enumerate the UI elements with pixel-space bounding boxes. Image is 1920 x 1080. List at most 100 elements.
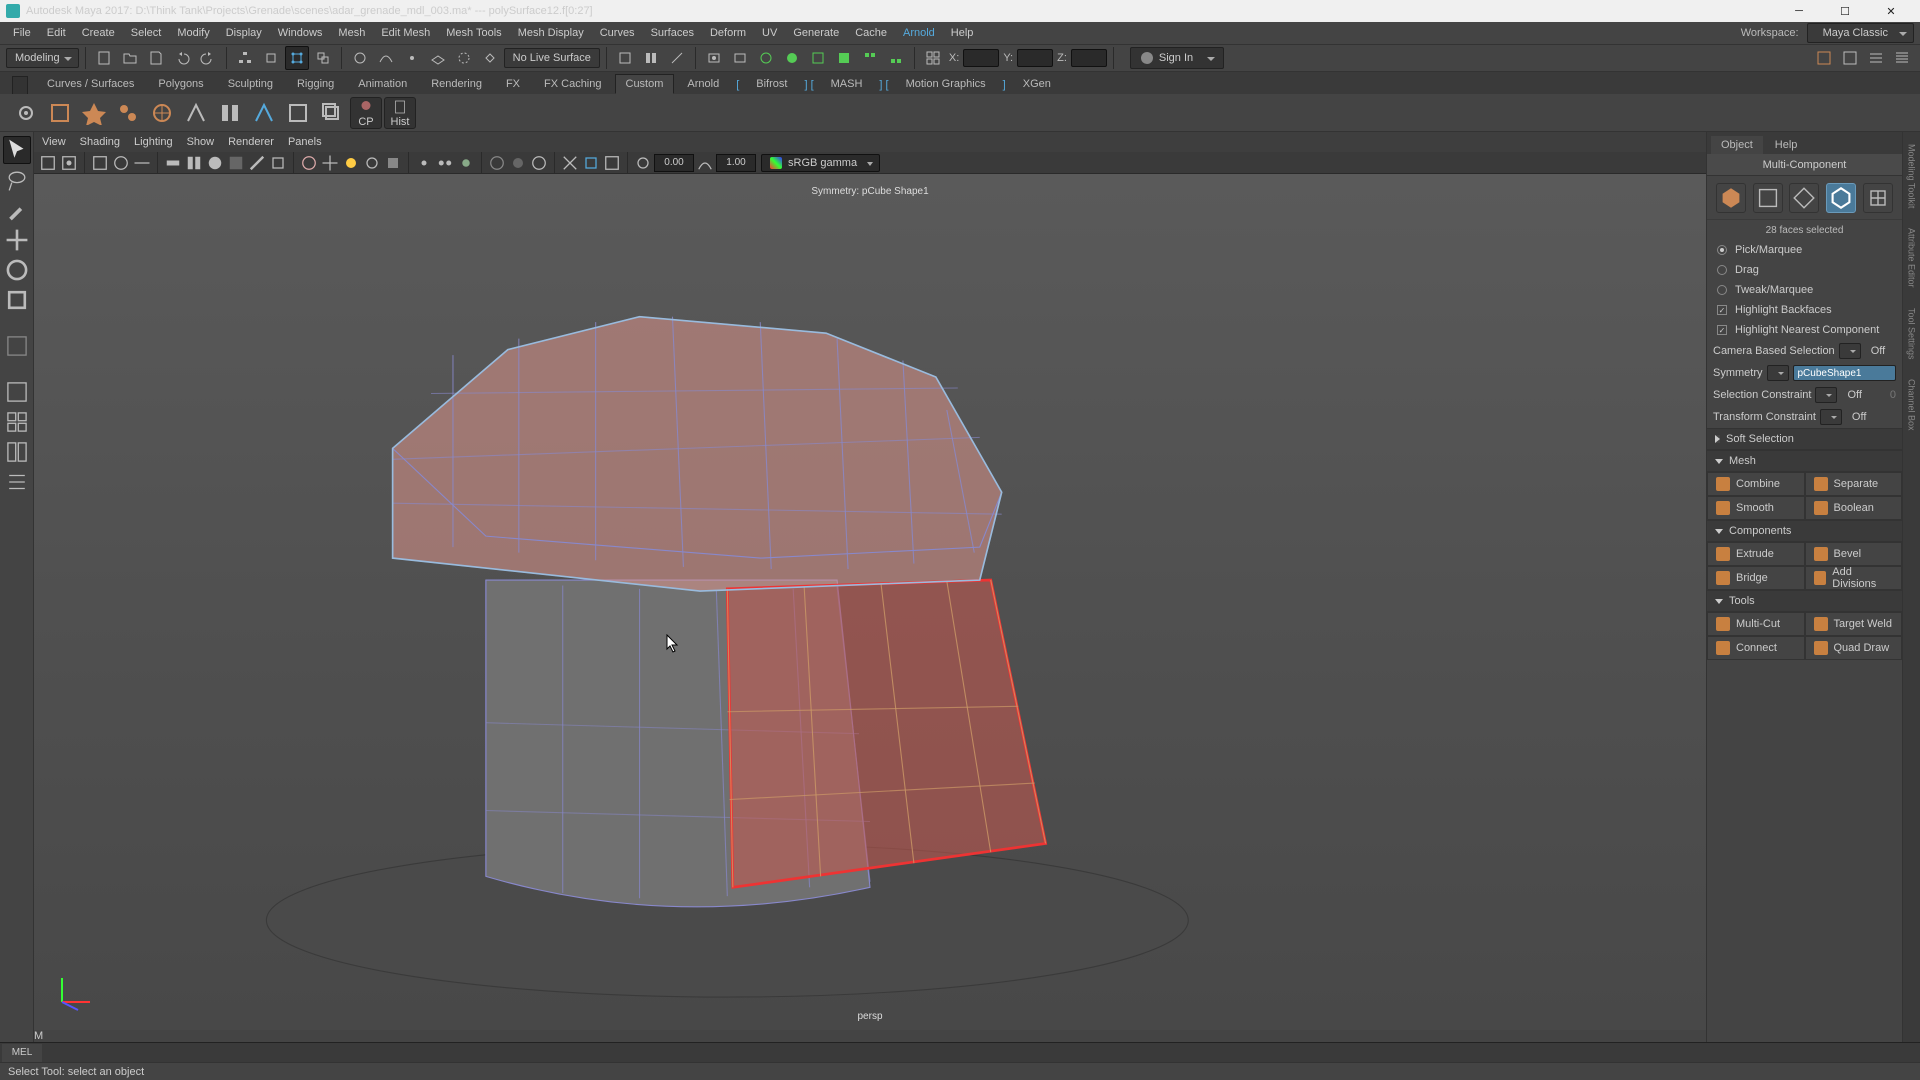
- shelf-tab[interactable]: Polygons: [147, 74, 214, 94]
- rotate-tool-icon[interactable]: [3, 256, 31, 284]
- menu-curves[interactable]: Curves: [593, 25, 642, 41]
- menu-modify[interactable]: Modify: [170, 25, 216, 41]
- move-tool-icon[interactable]: [3, 226, 31, 254]
- bridge-button[interactable]: Bridge: [1707, 566, 1805, 590]
- extrude-button[interactable]: Extrude: [1707, 542, 1805, 566]
- four-pane-icon[interactable]: [3, 408, 31, 436]
- sidetab-attribute[interactable]: Attribute Editor: [1905, 220, 1919, 296]
- construction-icon[interactable]: [665, 46, 689, 70]
- shelf-button-icon[interactable]: [316, 97, 348, 129]
- color-space-dropdown[interactable]: sRGB gamma: [761, 154, 880, 172]
- outliner-icon[interactable]: [3, 468, 31, 496]
- separate-button[interactable]: Separate: [1805, 472, 1903, 496]
- panel-menu-show[interactable]: Show: [187, 136, 215, 148]
- menu-cache[interactable]: Cache: [848, 25, 894, 41]
- shelf-button-icon[interactable]: [214, 97, 246, 129]
- panel-btn-icon[interactable]: [341, 153, 361, 173]
- shelf-cp-button[interactable]: CP: [350, 97, 382, 129]
- section-soft[interactable]: Soft Selection: [1707, 428, 1902, 450]
- shelf-hist-button[interactable]: Hist: [384, 97, 416, 129]
- toggle-channel-icon[interactable]: [1890, 46, 1914, 70]
- camera-sel-dropdown[interactable]: [1839, 343, 1861, 359]
- panel-btn-icon[interactable]: [487, 153, 507, 173]
- snap-curve-icon[interactable]: [374, 46, 398, 70]
- ipr-icon[interactable]: [728, 46, 752, 70]
- panel-btn-icon[interactable]: [508, 153, 528, 173]
- menu-display[interactable]: Display: [219, 25, 269, 41]
- shelf-button-icon[interactable]: [180, 97, 212, 129]
- shelf-menu-icon[interactable]: [12, 76, 28, 94]
- panel-btn-icon[interactable]: [184, 153, 204, 173]
- vertex-mode-icon[interactable]: [1753, 183, 1783, 213]
- panel-menu-view[interactable]: View: [42, 136, 66, 148]
- light-editor-icon[interactable]: [884, 46, 908, 70]
- panel-btn-icon[interactable]: [435, 153, 455, 173]
- menu-help[interactable]: Help: [944, 25, 981, 41]
- close-button[interactable]: ✕: [1868, 0, 1914, 22]
- command-input[interactable]: [46, 1045, 1916, 1061]
- panel-btn-icon[interactable]: [226, 153, 246, 173]
- y-input[interactable]: [1017, 49, 1053, 67]
- panel-btn-icon[interactable]: [59, 153, 79, 173]
- shelf-tab[interactable]: Rendering: [420, 74, 493, 94]
- two-pane-icon[interactable]: [3, 438, 31, 466]
- shelf-tab[interactable]: Rigging: [286, 74, 345, 94]
- shelf-tab[interactable]: MASH: [820, 74, 874, 94]
- paint-tool-icon[interactable]: [3, 196, 31, 224]
- snap-plane-icon[interactable]: [426, 46, 450, 70]
- option-backfaces[interactable]: ✓Highlight Backfaces: [1707, 300, 1902, 320]
- open-scene-icon[interactable]: [118, 46, 142, 70]
- edge-mode-icon[interactable]: [1789, 183, 1819, 213]
- section-tools[interactable]: Tools: [1707, 590, 1902, 612]
- option-pick[interactable]: Pick/Marquee: [1707, 240, 1902, 260]
- panel-btn-icon[interactable]: [456, 153, 476, 173]
- menu-arnold[interactable]: Arnold: [896, 25, 942, 41]
- shelf-tab[interactable]: Animation: [347, 74, 418, 94]
- snap-point-icon[interactable]: [400, 46, 424, 70]
- scale-tool-icon[interactable]: [3, 286, 31, 314]
- render-settings-icon[interactable]: [754, 46, 778, 70]
- single-pane-icon[interactable]: [3, 378, 31, 406]
- menu-generate[interactable]: Generate: [786, 25, 846, 41]
- exposure-field[interactable]: 0.00: [654, 154, 694, 172]
- uv-mode-icon[interactable]: [1863, 183, 1893, 213]
- select-tool-icon[interactable]: [3, 136, 31, 164]
- panel-layout-icon[interactable]: [921, 46, 945, 70]
- shelf-tab[interactable]: XGen: [1012, 74, 1062, 94]
- option-nearest[interactable]: ✓Highlight Nearest Component: [1707, 320, 1902, 340]
- sidetab-toolkit[interactable]: Modeling Toolkit: [1905, 136, 1919, 216]
- panel-menu-panels[interactable]: Panels: [288, 136, 322, 148]
- live-surface-field[interactable]: No Live Surface: [504, 48, 600, 68]
- new-scene-icon[interactable]: [92, 46, 116, 70]
- combine-button[interactable]: Combine: [1707, 472, 1805, 496]
- workspace-dropdown[interactable]: Maya Classic: [1807, 23, 1914, 43]
- script-lang-button[interactable]: MEL: [2, 1044, 42, 1062]
- undo-icon[interactable]: [170, 46, 194, 70]
- bevel-button[interactable]: Bevel: [1805, 542, 1903, 566]
- select-component-icon[interactable]: [285, 46, 309, 70]
- panel-btn-icon[interactable]: [111, 153, 131, 173]
- panel-btn-icon[interactable]: [247, 153, 267, 173]
- shelf-gear-icon[interactable]: [10, 97, 42, 129]
- menu-deform[interactable]: Deform: [703, 25, 753, 41]
- sidetab-channel[interactable]: Channel Box: [1905, 371, 1919, 439]
- shelf-button-icon[interactable]: [282, 97, 314, 129]
- panel-btn-icon[interactable]: [529, 153, 549, 173]
- symmetry-input[interactable]: pCubeShape1: [1793, 365, 1897, 381]
- menu-edit[interactable]: Edit: [40, 25, 73, 41]
- panel-btn-icon[interactable]: [38, 153, 58, 173]
- make-live-icon[interactable]: [478, 46, 502, 70]
- option-drag[interactable]: Drag: [1707, 260, 1902, 280]
- shelf-tab[interactable]: Sculpting: [217, 74, 284, 94]
- select-object-icon[interactable]: [259, 46, 283, 70]
- toggle-tool-icon[interactable]: [1864, 46, 1888, 70]
- shelf-button-icon[interactable]: [78, 97, 110, 129]
- panel-btn-icon[interactable]: [299, 153, 319, 173]
- object-mode-icon[interactable]: [1716, 183, 1746, 213]
- playblast-icon[interactable]: [806, 46, 830, 70]
- viewport[interactable]: Symmetry: pCube Shape1: [34, 174, 1706, 1030]
- menu-mesh-tools[interactable]: Mesh Tools: [439, 25, 508, 41]
- minimize-button[interactable]: ─: [1776, 0, 1822, 22]
- panel-menu-shading[interactable]: Shading: [80, 136, 120, 148]
- panel-btn-icon[interactable]: [383, 153, 403, 173]
